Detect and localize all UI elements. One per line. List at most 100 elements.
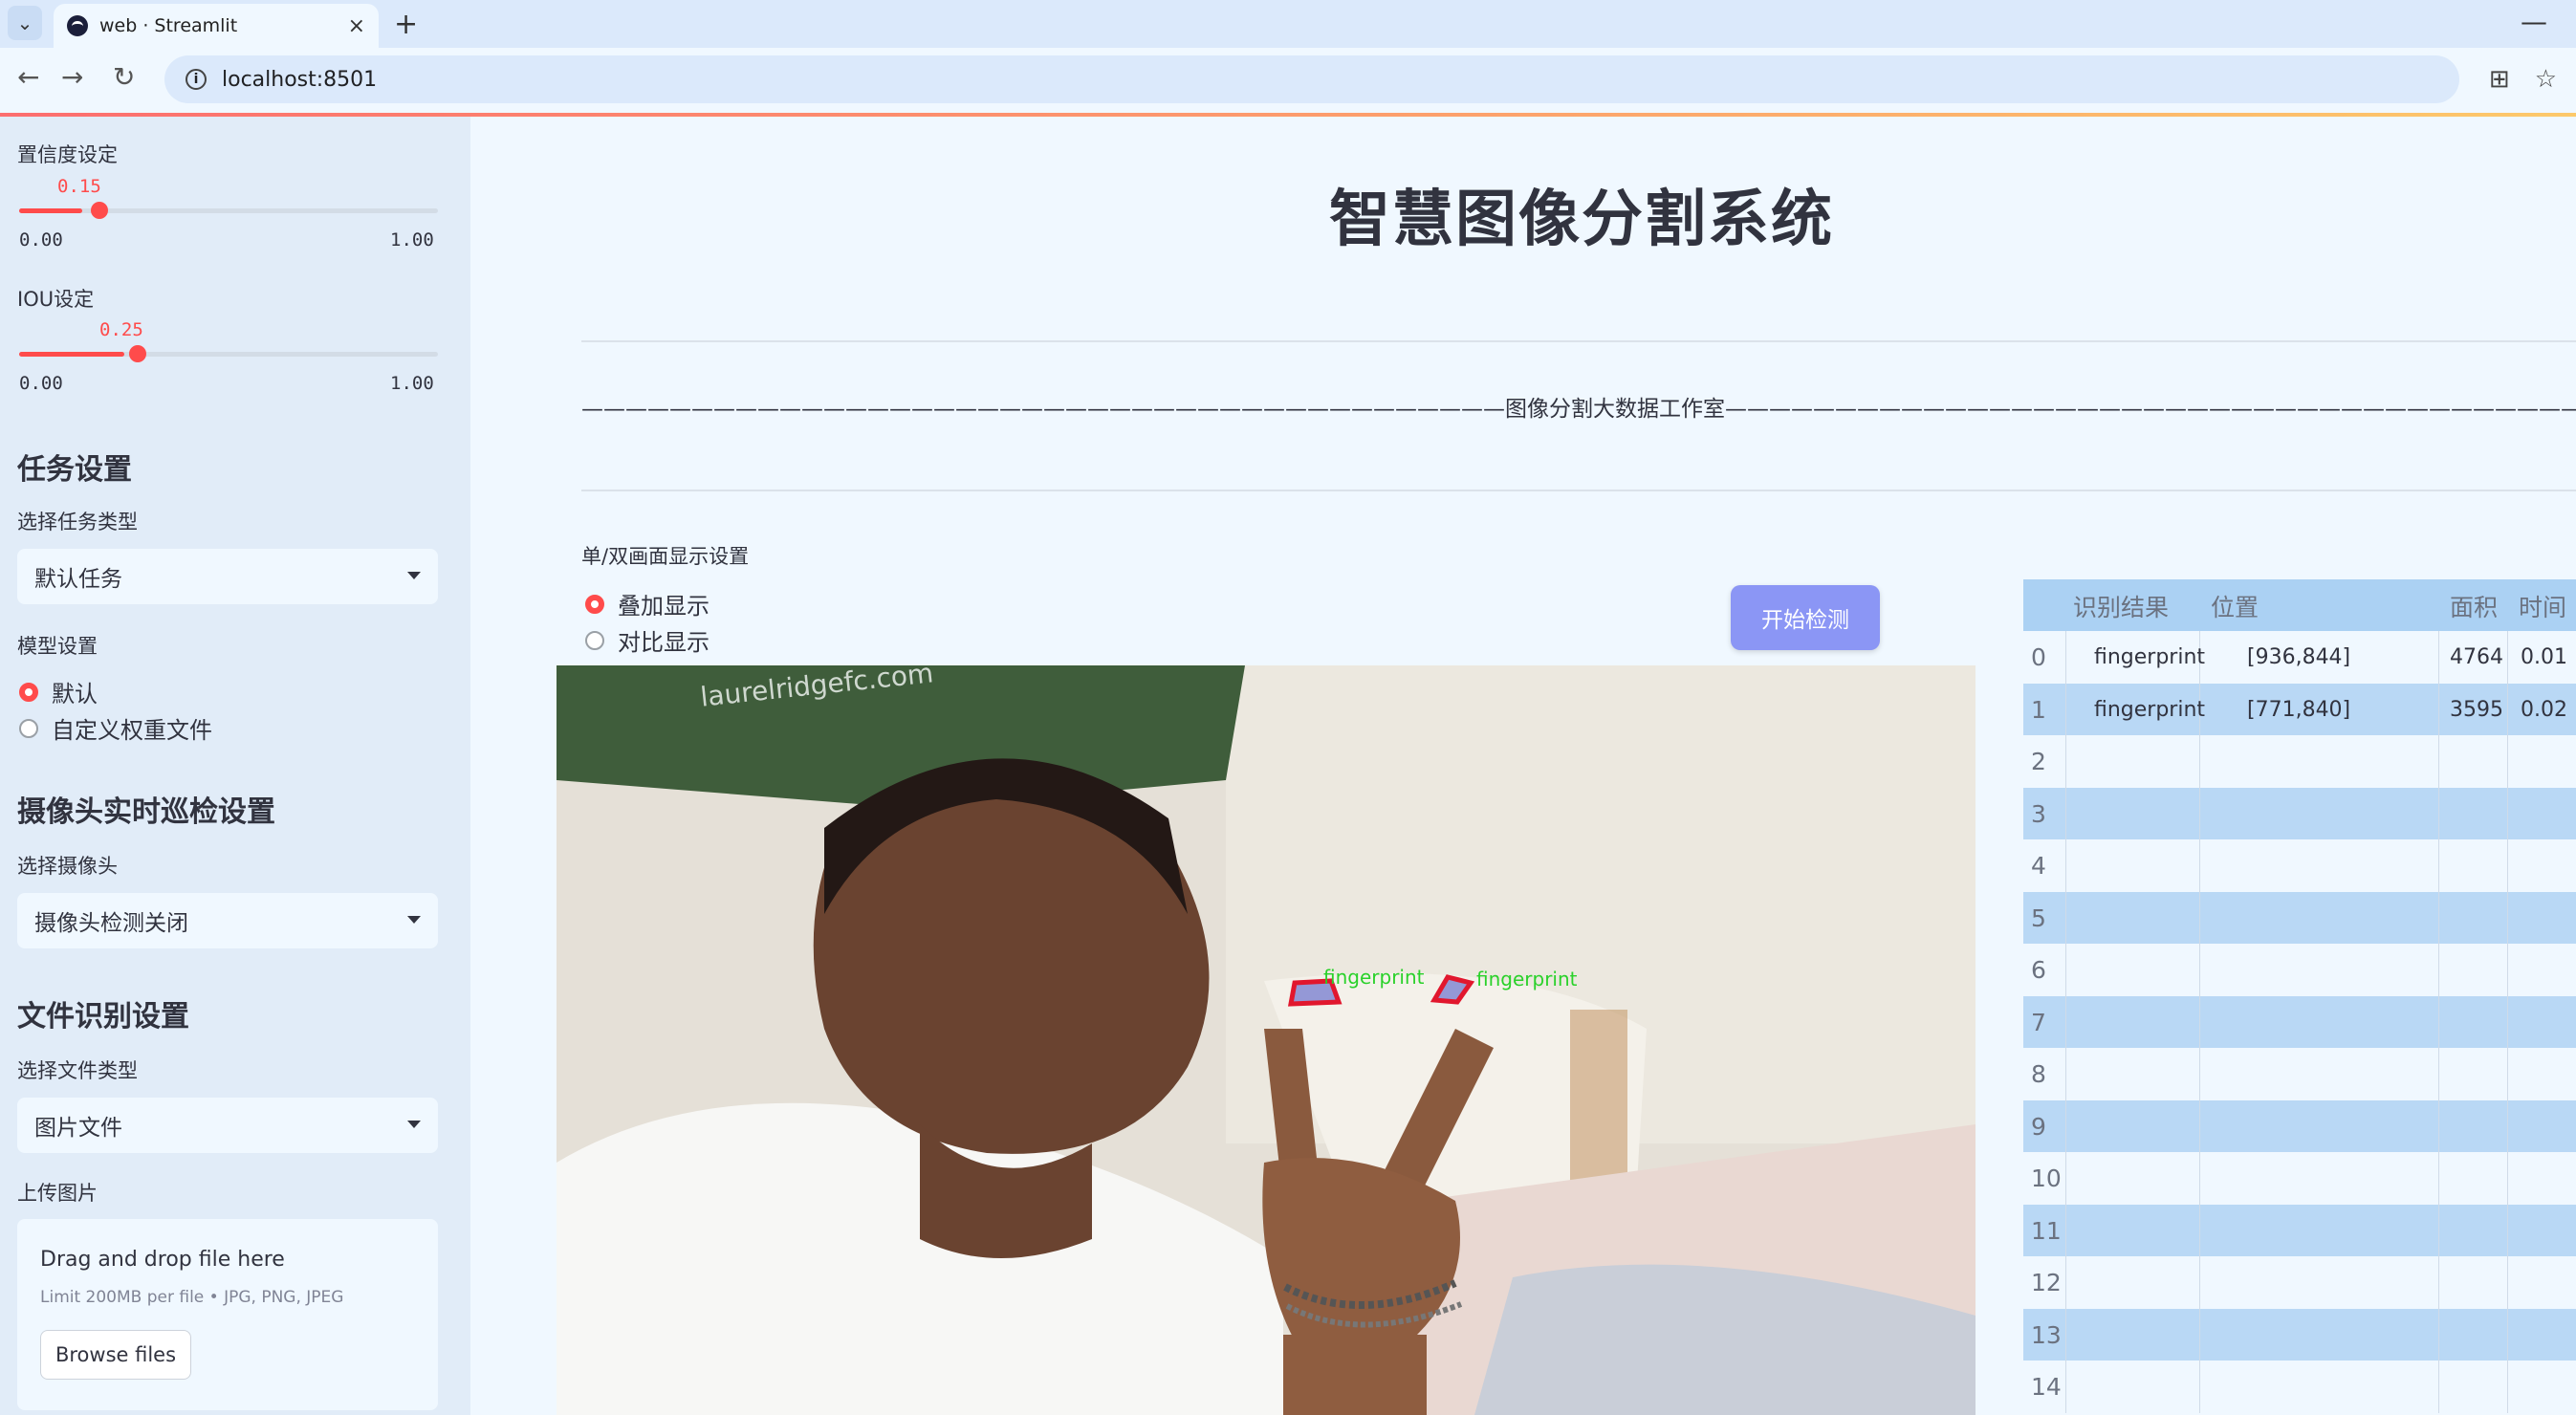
column-separator <box>2065 1308 2066 1361</box>
column-separator <box>2065 683 2066 736</box>
translate-icon[interactable]: ⊞ <box>2489 65 2510 94</box>
url-text: localhost:8501 <box>222 67 378 92</box>
table-row[interactable]: 14 <box>2023 1361 2576 1413</box>
table-row[interactable]: 4 <box>2023 839 2576 892</box>
camera-select[interactable]: 摄像头检测关闭 <box>17 893 438 948</box>
radio-unselected-icon <box>19 718 38 738</box>
detection-label: fingerprint <box>1323 966 1425 989</box>
chevron-down-icon <box>407 916 421 924</box>
column-separator <box>2199 1204 2200 1257</box>
table-row[interactable]: 12 <box>2023 1256 2576 1309</box>
column-separator <box>2065 1099 2066 1153</box>
display-mode-label: 单/双画面显示设置 <box>581 545 750 568</box>
header-result: 识别结果 <box>2073 593 2170 621</box>
new-tab-icon[interactable]: + <box>394 8 418 41</box>
task-type-value: 默认任务 <box>34 567 122 592</box>
minimize-window-icon[interactable]: — <box>2521 6 2547 37</box>
model-settings-label: 模型设置 <box>17 635 98 658</box>
radio-selected-icon <box>585 594 604 614</box>
display-option-label: 对比显示 <box>618 629 709 656</box>
column-separator <box>2199 1099 2200 1153</box>
table-cell: [771,840] <box>2247 697 2351 722</box>
model-option-default[interactable]: 默认 <box>19 675 98 708</box>
column-separator <box>2438 1152 2439 1205</box>
row-index: 1 <box>2031 695 2046 724</box>
browse-files-button[interactable]: Browse files <box>40 1330 191 1380</box>
row-index: 5 <box>2031 903 2046 932</box>
confidence-slider-min: 0.00 <box>19 229 63 250</box>
column-separator <box>2065 891 2066 945</box>
start-detection-button[interactable]: 开始检测 <box>1731 585 1880 650</box>
table-row[interactable]: 13 <box>2023 1308 2576 1361</box>
task-settings-heading: 任务设置 <box>17 453 132 487</box>
table-cell: 0.01 <box>2521 645 2567 669</box>
browser-tabbar: ⌄ web · Streamlit × + — <box>0 0 2576 48</box>
display-option-label: 叠加显示 <box>618 593 709 620</box>
column-separator <box>2438 1256 2439 1309</box>
file-type-select[interactable]: 图片文件 <box>17 1098 438 1153</box>
column-separator <box>2507 1048 2508 1100</box>
table-row[interactable]: 10 <box>2023 1152 2576 1205</box>
display-option-overlay[interactable]: 叠加显示 <box>585 587 709 620</box>
confidence-slider[interactable] <box>19 202 438 219</box>
table-row[interactable]: 11 <box>2023 1204 2576 1257</box>
column-separator <box>2507 735 2508 788</box>
column-separator <box>2199 891 2200 945</box>
column-separator <box>2199 995 2200 1049</box>
column-separator <box>2199 1256 2200 1309</box>
table-row[interactable]: 3 <box>2023 787 2576 840</box>
table-row[interactable]: 5 <box>2023 891 2576 945</box>
detection-label: fingerprint <box>1476 968 1578 990</box>
table-row[interactable]: 6 <box>2023 944 2576 996</box>
file-dropzone[interactable]: Drag and drop file here Limit 200MB per … <box>17 1219 438 1410</box>
iou-slider-thumb[interactable] <box>128 345 146 362</box>
row-index: 3 <box>2031 799 2046 828</box>
task-type-label: 选择任务类型 <box>17 511 138 533</box>
tab-search-dropdown-icon[interactable]: ⌄ <box>8 6 42 40</box>
bookmark-star-icon[interactable]: ☆ <box>2535 65 2557 94</box>
iou-slider-min: 0.00 <box>19 373 63 394</box>
table-row[interactable]: 0 fingerprint [936,844] 4764 0.01 <box>2023 631 2576 684</box>
column-separator <box>2438 1361 2439 1413</box>
column-separator <box>2065 787 2066 840</box>
table-row[interactable]: 9 <box>2023 1099 2576 1153</box>
file-settings-heading: 文件识别设置 <box>17 1000 189 1034</box>
site-info-icon[interactable]: i <box>186 69 207 90</box>
row-index: 14 <box>2031 1373 2062 1401</box>
display-option-compare[interactable]: 对比显示 <box>585 623 709 657</box>
table-row[interactable]: 1 fingerprint [771,840] 3595 0.02 <box>2023 683 2576 736</box>
forward-arrow-icon[interactable]: → <box>61 61 83 93</box>
address-bar[interactable]: i localhost:8501 <box>164 55 2459 103</box>
table-cell: fingerprint <box>2094 645 2206 669</box>
row-index: 0 <box>2031 643 2046 671</box>
studio-banner: ————————————————————————————————————————… <box>581 397 2576 422</box>
column-separator <box>2438 891 2439 945</box>
back-arrow-icon[interactable]: ← <box>17 61 39 93</box>
column-separator <box>2065 1256 2066 1309</box>
radio-selected-icon <box>19 682 38 702</box>
browser-tab[interactable]: web · Streamlit × <box>54 4 379 48</box>
dropzone-limit: Limit 200MB per file • JPG, PNG, JPEG <box>40 1288 344 1307</box>
table-row[interactable]: 8 <box>2023 1048 2576 1100</box>
column-separator <box>2199 1308 2200 1361</box>
upload-label: 上传图片 <box>17 1182 98 1205</box>
tab-title: web · Streamlit <box>99 15 238 36</box>
task-type-select[interactable]: 默认任务 <box>17 549 438 604</box>
table-cell: 3595 <box>2450 697 2503 722</box>
column-separator <box>2065 995 2066 1049</box>
iou-slider[interactable] <box>19 345 438 362</box>
column-separator <box>2438 631 2439 684</box>
table-row[interactable]: 7 <box>2023 995 2576 1049</box>
row-index: 7 <box>2031 1008 2046 1036</box>
tab-close-icon[interactable]: × <box>348 14 365 38</box>
column-separator <box>2065 839 2066 892</box>
column-separator <box>2065 1204 2066 1257</box>
reload-icon[interactable]: ↻ <box>113 61 135 93</box>
model-option-custom[interactable]: 自定义权重文件 <box>19 711 212 745</box>
table-row[interactable]: 2 <box>2023 735 2576 788</box>
iou-label: IOU设定 <box>17 288 95 311</box>
table-cell: fingerprint <box>2094 697 2206 722</box>
browser-toolbar: ← → ↻ i localhost:8501 ⊞ ☆ <box>0 48 2576 113</box>
confidence-slider-thumb[interactable] <box>90 202 108 219</box>
row-index: 10 <box>2031 1165 2062 1192</box>
